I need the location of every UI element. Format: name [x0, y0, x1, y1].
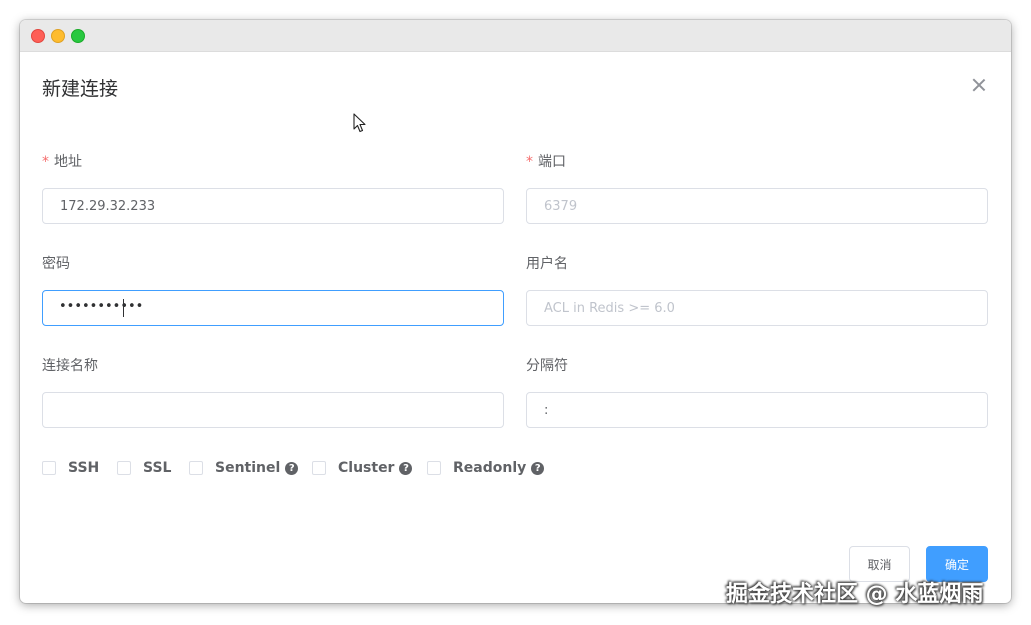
- port-label-text: 端口: [538, 154, 566, 170]
- sentinel-checkbox[interactable]: Sentinel ?: [189, 458, 299, 478]
- ssh-checkbox[interactable]: SSH: [42, 458, 99, 478]
- mouse-cursor-icon: [353, 113, 366, 133]
- checkbox-box[interactable]: [117, 461, 131, 475]
- checkbox-box[interactable]: [189, 461, 203, 475]
- help-icon[interactable]: ?: [531, 461, 545, 475]
- ssl-checkbox[interactable]: SSL: [117, 458, 171, 478]
- help-icon[interactable]: ?: [285, 461, 299, 475]
- checkbox-box[interactable]: [312, 461, 326, 475]
- window-minimize-button[interactable]: [51, 29, 65, 43]
- port-input[interactable]: [526, 188, 988, 224]
- separator-label: 分隔符: [526, 358, 568, 374]
- checkbox-label: Readonly: [453, 460, 527, 476]
- username-input[interactable]: [526, 290, 988, 326]
- port-label: * 端口: [526, 151, 566, 171]
- password-label: 密码: [42, 256, 70, 272]
- required-mark: *: [526, 154, 533, 170]
- help-icon[interactable]: ?: [399, 461, 413, 475]
- readonly-checkbox[interactable]: Readonly ?: [427, 458, 545, 478]
- username-label: 用户名: [526, 256, 568, 272]
- address-input[interactable]: [42, 188, 504, 224]
- checkbox-label: Cluster: [338, 460, 395, 476]
- text-caret: [123, 299, 124, 317]
- required-mark: *: [42, 154, 49, 170]
- address-label: * 地址: [42, 151, 82, 171]
- window-close-button[interactable]: [31, 29, 45, 43]
- separator-input[interactable]: [526, 392, 988, 428]
- close-icon[interactable]: [969, 75, 989, 95]
- address-label-text: 地址: [54, 154, 82, 170]
- checkbox-box[interactable]: [42, 461, 56, 475]
- checkbox-label: Sentinel: [215, 460, 281, 476]
- connection-name-label: 连接名称: [42, 358, 98, 374]
- checkbox-box[interactable]: [427, 461, 441, 475]
- password-input[interactable]: [42, 290, 504, 326]
- window-maximize-button[interactable]: [71, 29, 85, 43]
- connection-name-input[interactable]: [42, 392, 504, 428]
- checkbox-label: SSL: [143, 460, 172, 476]
- cluster-checkbox[interactable]: Cluster ?: [312, 458, 413, 478]
- checkbox-label: SSH: [68, 460, 100, 476]
- watermark: 掘金技术社区 @ 水蓝烟雨: [726, 582, 984, 607]
- app-window: 新建连接 *地址 *端口 密码 ••••••••••• 用户名 连接名称 分隔符…: [20, 20, 1011, 603]
- title-bar: [20, 20, 1011, 52]
- dialog-title: 新建连接: [42, 78, 119, 100]
